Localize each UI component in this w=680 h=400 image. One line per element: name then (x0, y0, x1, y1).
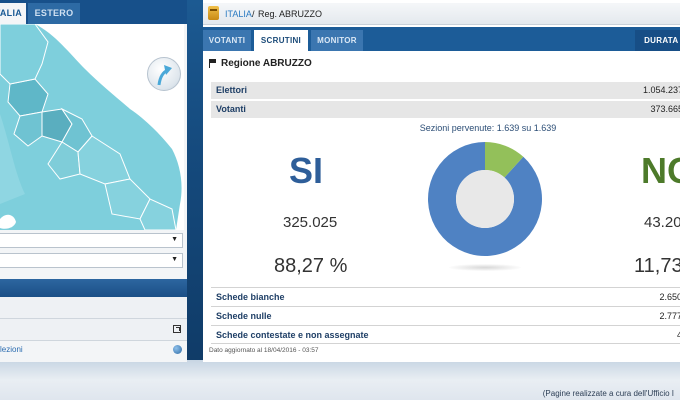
zoom-out-button[interactable] (147, 57, 181, 91)
results-panel: ITALIA / Reg. ABRUZZO VOTANTI SCRUTINI M… (203, 0, 680, 362)
schede-bianche-row: Schede bianche 2.650 (211, 287, 680, 306)
no-votes: 43.20 (644, 214, 680, 231)
curved-arrow-icon (157, 65, 172, 86)
schede-bianche-label: Schede bianche (216, 292, 285, 302)
last-updated: Dato aggiornato al 18/04/2016 - 03:57 (209, 347, 319, 354)
left-tab-bar: ITALIA ESTERO (0, 0, 187, 24)
results-tab-bar: VOTANTI SCRUTINI MONITOR DURATA T (203, 27, 680, 51)
dropdown-caret-icon: ▼ (171, 256, 178, 263)
elettori-row: Elettori 1.054.237 (211, 82, 680, 100)
breadcrumb-separator: / (252, 9, 255, 19)
si-percent: 88,27 % (274, 255, 348, 277)
elettori-label: Elettori (216, 85, 248, 95)
province-select[interactable]: ▼ (0, 253, 183, 268)
votanti-value: 373.665 (650, 104, 680, 114)
ballot-box-icon (208, 6, 219, 20)
donut-shadow (449, 264, 521, 271)
sezioni-status: Sezioni pervenute: 1.639 su 1.639 (419, 123, 557, 133)
left-section-bar (0, 279, 187, 297)
schede-bianche-value: 2.650 (659, 292, 680, 302)
si-label: SI (289, 150, 324, 191)
schede-contestate-row: Schede contestate e non assegnate 4 (211, 325, 680, 344)
page-title: Regione ABRUZZO (221, 58, 312, 69)
tab-italia[interactable]: ITALIA (0, 3, 26, 24)
breadcrumb-region: Reg. ABRUZZO (258, 9, 323, 19)
no-label: NO (641, 150, 680, 191)
breadcrumb-italia-link[interactable]: ITALIA (225, 9, 252, 19)
dropdown-caret-icon: ▼ (171, 236, 178, 243)
globe-icon[interactable] (173, 345, 182, 354)
no-percent: 11,73 (634, 255, 680, 277)
tab-scrutini[interactable]: SCRUTINI (254, 30, 308, 51)
tab-votanti[interactable]: VOTANTI (203, 30, 251, 51)
schede-nulle-value: 2.777 (659, 311, 680, 321)
tab-estero[interactable]: ESTERO (28, 3, 80, 24)
left-list-row (0, 297, 187, 319)
elettori-value: 1.054.237 (642, 85, 680, 95)
external-link-icon[interactable] (173, 325, 181, 333)
donut-hole (456, 170, 514, 228)
schede-nulle-row: Schede nulle 2.777 (211, 306, 680, 325)
votanti-row: Votanti 373.665 (211, 101, 680, 119)
votanti-label: Votanti (216, 104, 246, 114)
footer-credit: (Pagine realizzate a cura dell'Ufficio I (542, 389, 674, 398)
schede-contestate-label: Schede contestate e non assegnate (216, 330, 369, 340)
left-list-row-external[interactable] (0, 319, 187, 341)
tab-monitor[interactable]: MONITOR (311, 30, 363, 51)
results-donut-chart (428, 142, 542, 256)
italy-map[interactable] (0, 24, 184, 230)
flag-icon (209, 59, 216, 68)
region-select[interactable]: ▼ (0, 233, 183, 248)
map-panel: ITALIA ESTERO ▼ ▼ (0, 0, 187, 362)
breadcrumb: ITALIA / Reg. ABRUZZO (203, 3, 680, 25)
si-votes: 325.025 (283, 214, 338, 231)
schede-nulle-label: Schede nulle (216, 311, 272, 321)
tab-durata[interactable]: DURATA T (635, 30, 680, 51)
elections-link[interactable]: lezioni (0, 345, 23, 354)
